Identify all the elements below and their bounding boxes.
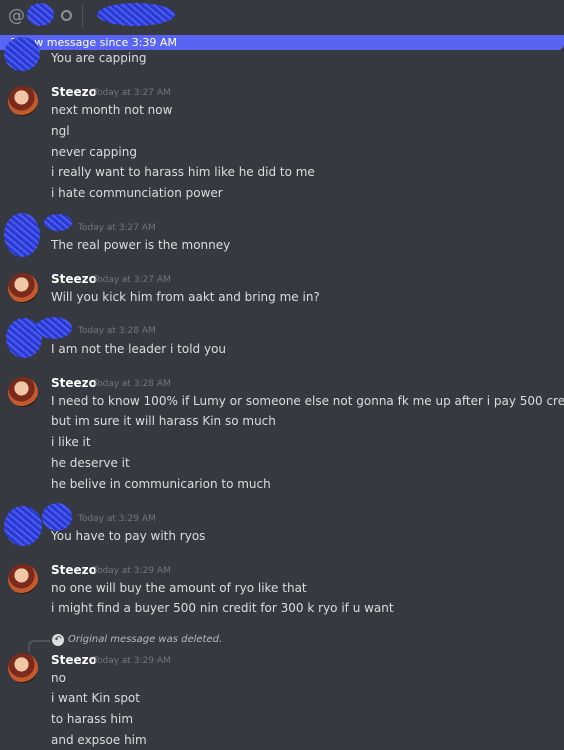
message-line: and expsoe him	[51, 733, 147, 747]
avatar[interactable]	[8, 564, 38, 594]
redaction-scribble	[97, 3, 175, 26]
message-line: i want Kin spot	[51, 691, 140, 705]
redaction-scribble	[4, 506, 42, 546]
author-name[interactable]: Steezo	[51, 563, 97, 577]
avatar[interactable]	[8, 653, 38, 683]
reply-arrow-icon: ↶	[52, 634, 64, 646]
message-line: i really want to harass him like he did …	[51, 165, 315, 179]
message-line: ngl	[51, 124, 70, 138]
timestamp: Today at 3:29 AM	[78, 514, 156, 524]
channel-header: @	[0, 0, 564, 33]
message-line: Will you kick him from aakt and bring me…	[51, 290, 320, 304]
timestamp: Today at 3:28 AM	[78, 326, 156, 336]
timestamp: Today at 3:29 AM	[93, 566, 171, 576]
timestamp: Today at 3:27 AM	[93, 88, 171, 98]
message-line: You have to pay with ryos	[51, 529, 206, 543]
message-line: he deserve it	[51, 456, 130, 470]
redaction-scribble	[4, 37, 40, 71]
avatar[interactable]	[8, 273, 38, 303]
redaction-scribble	[4, 213, 40, 257]
message-line: I am not the leader i told you	[51, 342, 227, 356]
at-icon[interactable]: @	[8, 6, 25, 26]
redaction-scribble	[42, 503, 72, 531]
redaction-scribble	[27, 3, 54, 26]
redaction-scribble	[36, 317, 72, 339]
message-line: next month not now	[51, 103, 173, 117]
message-line: never capping	[51, 145, 137, 159]
avatar[interactable]	[8, 86, 38, 116]
message-line: The real power is the monney	[51, 238, 231, 252]
timestamp: Today at 3:28 AM	[93, 379, 171, 389]
message-line: he belive in communicarion to much	[51, 477, 271, 491]
reply-deleted-note[interactable]: Original message was deleted.	[68, 634, 222, 645]
message-line: i like it	[51, 435, 91, 449]
author-name[interactable]: Steezo	[51, 85, 97, 99]
timestamp: Today at 3:27 AM	[78, 223, 156, 233]
divider	[82, 4, 83, 28]
timestamp: Today at 3:27 AM	[93, 275, 171, 285]
message-line: You are capping	[51, 51, 147, 65]
message-line: i hate communciation power	[51, 186, 223, 200]
reply-connector	[28, 640, 50, 652]
redaction-scribble	[44, 214, 72, 231]
author-name[interactable]: Steezo	[51, 272, 97, 286]
timestamp: Today at 3:29 AM	[93, 656, 171, 666]
message-line: no	[51, 671, 66, 685]
new-messages-bar[interactable]: 1 new message since 3:39 AM	[0, 35, 564, 50]
message-line: to harass him	[51, 712, 134, 726]
avatar[interactable]	[8, 377, 38, 407]
author-name[interactable]: Steezo	[51, 376, 97, 390]
author-name[interactable]: Steezo	[51, 653, 97, 667]
message-line: no one will buy the amount of ryo like t…	[51, 581, 307, 595]
message-line: I need to know 100% if Lumy or someone e…	[51, 394, 564, 408]
status-dot-icon	[61, 10, 72, 21]
message-line: but im sure it will harass Kin so much	[51, 414, 276, 428]
message-line: i might find a buyer 500 nin credit for …	[51, 601, 394, 615]
